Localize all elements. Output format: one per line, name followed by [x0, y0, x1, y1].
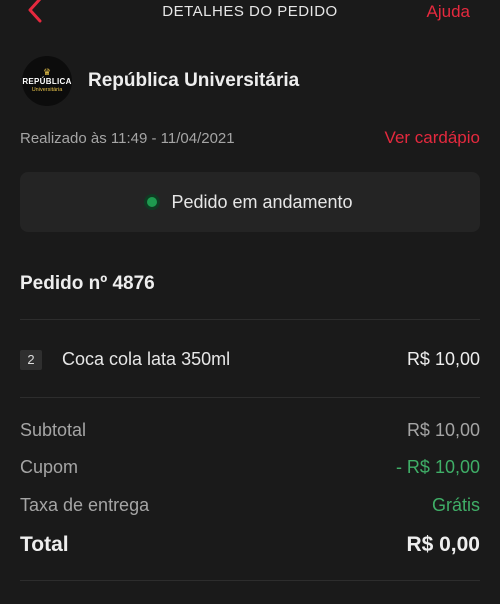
subtotal-row: Subtotal R$ 10,00 [20, 420, 480, 444]
store-name: República Universitária [88, 70, 300, 91]
item-price: R$ 10,00 [406, 349, 480, 369]
logo-text: REPÚBLICA [22, 77, 72, 86]
delivery-fee-row: Taxa de entrega Grátis [20, 495, 480, 519]
store-logo: ♛ REPÚBLICA Universitária [22, 56, 72, 106]
logo-subtext: Universitária [31, 87, 63, 93]
status-dot-icon [147, 197, 158, 207]
total-value: R$ 0,00 [406, 533, 480, 556]
subtotal-label: Subtotal [20, 420, 87, 440]
coupon-row: Cupom - R$ 10,00 [20, 457, 480, 481]
coupon-label: Cupom [20, 457, 79, 477]
top-bar: DETALHES DO PEDIDO Ajuda [0, 0, 500, 28]
order-timestamp: Realizado às 11:49 - 11/04/2021 [20, 130, 235, 147]
page-title: DETALHES DO PEDIDO [162, 3, 338, 20]
total-row: Total R$ 0,00 [20, 533, 480, 561]
item-name: Coca cola lata 350ml [62, 349, 231, 369]
store-header: ♛ REPÚBLICA Universitária República Univ… [22, 55, 482, 107]
total-label: Total [20, 533, 69, 556]
divider [20, 319, 480, 320]
order-number: Pedido nº 4876 [20, 273, 155, 294]
help-link[interactable]: Ajuda [427, 2, 470, 22]
coupon-value: - R$ 10,00 [395, 457, 480, 477]
order-item: 2 Coca cola lata 350ml R$ 10,00 [20, 347, 480, 373]
view-menu-link[interactable]: Ver cardápio [385, 128, 480, 148]
divider [20, 580, 480, 581]
beer-mugs-icon: ♛ [42, 67, 52, 77]
order-status-text: Pedido em andamento [171, 191, 353, 212]
order-meta: Realizado às 11:49 - 11/04/2021 Ver card… [20, 128, 480, 150]
item-quantity-badge: 2 [20, 350, 42, 370]
subtotal-value: R$ 10,00 [406, 420, 480, 440]
divider [20, 397, 480, 398]
delivery-fee-value: Grátis [431, 495, 480, 515]
delivery-fee-label: Taxa de entrega [20, 495, 150, 515]
order-status-card: Pedido em andamento [20, 172, 480, 232]
